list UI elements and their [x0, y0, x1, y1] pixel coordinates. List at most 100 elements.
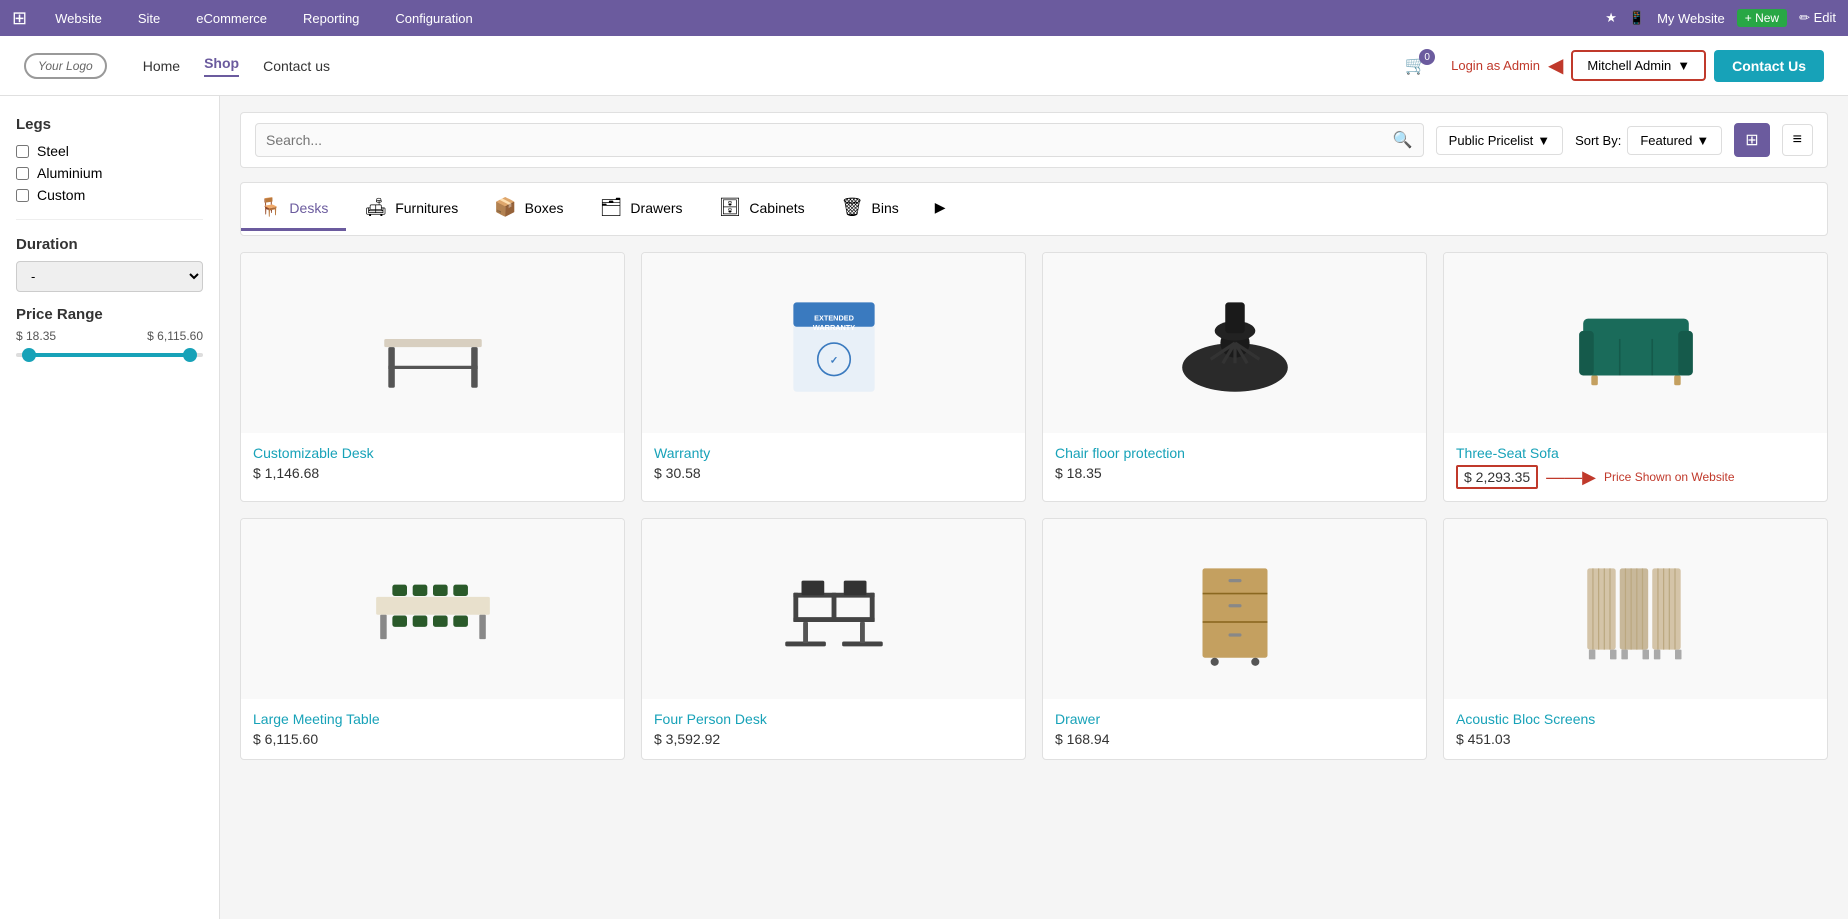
- category-tab-cabinets[interactable]: 🗄 Cabinets: [701, 187, 823, 231]
- website-nav: Your Logo Home Shop Contact us 🛒 0 Login…: [0, 36, 1848, 96]
- app-grid-icon[interactable]: ⊞: [12, 8, 27, 29]
- product-card-four-person-desk[interactable]: Four Person Desk $ 3,592.92: [641, 518, 1026, 760]
- product-image-customizable-desk: [241, 253, 624, 433]
- product-image-chair-floor-protection: [1043, 253, 1426, 433]
- legs-title: Legs: [16, 116, 203, 133]
- customizable-desk-image: [368, 278, 498, 408]
- product-image-warranty: EXTENDED WARRANTY ✓: [642, 253, 1025, 433]
- product-price-four-person-desk: $ 3,592.92: [654, 731, 1013, 747]
- price-range-values: $ 18.35 $ 6,115.60: [16, 329, 203, 343]
- mitchell-admin-label: Mitchell Admin: [1587, 58, 1671, 73]
- price-min: $ 18.35: [16, 329, 56, 343]
- range-slider-fill: [25, 353, 193, 357]
- cart-icon[interactable]: 🛒 0: [1405, 55, 1427, 76]
- range-thumb-left[interactable]: [22, 348, 36, 362]
- pricelist-dropdown-icon: ▼: [1537, 133, 1550, 148]
- product-price-warranty: $ 30.58: [654, 465, 1013, 481]
- more-icon: ▶: [935, 199, 946, 216]
- product-name-three-seat-sofa[interactable]: Three-Seat Sofa: [1456, 445, 1815, 461]
- product-info-acoustic-bloc-screens: Acoustic Bloc Screens $ 451.03: [1444, 699, 1827, 759]
- category-tab-boxes[interactable]: 📦 Boxes: [476, 187, 581, 231]
- legs-steel-checkbox[interactable]: [16, 145, 29, 158]
- admin-bar: ⊞ Website Site eCommerce Reporting Confi…: [0, 0, 1848, 36]
- admin-nav-website[interactable]: Website: [47, 7, 110, 30]
- legs-aluminium-option[interactable]: Aluminium: [16, 165, 203, 181]
- category-drawers-label: Drawers: [630, 200, 682, 216]
- product-name-four-person-desk[interactable]: Four Person Desk: [654, 711, 1013, 727]
- product-price-three-seat-sofa: $ 2,293.35: [1456, 465, 1538, 489]
- category-furnitures-label: Furnitures: [395, 200, 458, 216]
- cart-badge: 0: [1419, 49, 1435, 65]
- product-name-warranty[interactable]: Warranty: [654, 445, 1013, 461]
- product-name-drawer[interactable]: Drawer: [1055, 711, 1414, 727]
- nav-shop[interactable]: Shop: [204, 55, 239, 77]
- product-name-large-meeting-table[interactable]: Large Meeting Table: [253, 711, 612, 727]
- pricelist-button[interactable]: Public Pricelist ▼: [1436, 126, 1563, 155]
- product-info-drawer: Drawer $ 168.94: [1043, 699, 1426, 759]
- my-website-link[interactable]: My Website: [1657, 11, 1725, 26]
- product-name-acoustic-bloc-screens[interactable]: Acoustic Bloc Screens: [1456, 711, 1815, 727]
- product-info-warranty: Warranty $ 30.58: [642, 433, 1025, 493]
- product-card-acoustic-bloc-screens[interactable]: Acoustic Bloc Screens $ 451.03: [1443, 518, 1828, 760]
- product-info-chair-floor: Chair floor protection $ 18.35: [1043, 433, 1426, 493]
- legs-custom-checkbox[interactable]: [16, 189, 29, 202]
- contact-us-button[interactable]: Contact Us: [1714, 50, 1824, 82]
- admin-nav-configuration[interactable]: Configuration: [387, 7, 480, 30]
- list-view-button[interactable]: ≡: [1782, 124, 1813, 156]
- product-name-chair-floor[interactable]: Chair floor protection: [1055, 445, 1414, 461]
- product-card-drawer[interactable]: Drawer $ 168.94: [1042, 518, 1427, 760]
- product-card-warranty[interactable]: EXTENDED WARRANTY ✓ Warranty $ 30.58: [641, 252, 1026, 502]
- mitchell-admin-button[interactable]: Mitchell Admin ▼: [1571, 50, 1706, 81]
- category-tab-furnitures[interactable]: 🛋 Furnitures: [346, 187, 476, 231]
- nav-home[interactable]: Home: [143, 58, 180, 74]
- product-card-three-seat-sofa[interactable]: Three-Seat Sofa $ 2,293.35 ——▶ Price Sho…: [1443, 252, 1828, 502]
- logo-area[interactable]: Your Logo: [24, 53, 107, 79]
- legs-custom-label: Custom: [37, 187, 85, 203]
- main-layout: Legs Steel Aluminium Custom Duration - P…: [0, 96, 1848, 919]
- price-max: $ 6,115.60: [147, 329, 203, 343]
- category-tab-desks[interactable]: 🪑 Desks: [241, 187, 346, 231]
- admin-nav-reporting[interactable]: Reporting: [295, 7, 367, 30]
- category-tab-bins[interactable]: 🗑 Bins: [823, 187, 917, 231]
- svg-text:WARRANTY: WARRANTY: [812, 323, 854, 332]
- price-annotation-text: Price Shown on Website: [1604, 470, 1735, 484]
- grid-view-button[interactable]: ⊞: [1734, 123, 1769, 157]
- nav-contact-us[interactable]: Contact us: [263, 58, 330, 74]
- star-icon[interactable]: ★: [1605, 10, 1617, 26]
- product-card-chair-floor-protection[interactable]: Chair floor protection $ 18.35: [1042, 252, 1427, 502]
- login-admin-arrow: ◀: [1548, 53, 1563, 78]
- duration-select[interactable]: -: [16, 261, 203, 292]
- product-price-acoustic-bloc-screens: $ 451.03: [1456, 731, 1815, 747]
- cabinets-cat-icon: 🗄: [719, 197, 742, 218]
- range-thumb-right[interactable]: [183, 348, 197, 362]
- four-person-desk-image: [769, 544, 899, 674]
- search-box: 🔍: [255, 123, 1424, 157]
- search-input[interactable]: [266, 132, 1393, 148]
- category-tab-drawers[interactable]: 🗂 Drawers: [582, 187, 701, 231]
- bins-cat-icon: 🗑: [841, 197, 864, 218]
- sofa-image: [1571, 278, 1701, 408]
- category-tabs: 🪑 Desks 🛋 Furnitures 📦 Boxes 🗂 Drawers 🗄…: [240, 182, 1828, 236]
- admin-nav-site[interactable]: Site: [130, 7, 168, 30]
- product-image-three-seat-sofa: [1444, 253, 1827, 433]
- sort-by-button[interactable]: Featured ▼: [1627, 126, 1722, 155]
- content-area: 🔍 Public Pricelist ▼ Sort By: Featured ▼…: [220, 96, 1848, 919]
- product-info-four-person-desk: Four Person Desk $ 3,592.92: [642, 699, 1025, 759]
- product-card-large-meeting-table[interactable]: Large Meeting Table $ 6,115.60: [240, 518, 625, 760]
- legs-custom-option[interactable]: Custom: [16, 187, 203, 203]
- search-icon[interactable]: 🔍: [1393, 130, 1413, 150]
- admin-nav-ecommerce[interactable]: eCommerce: [188, 7, 275, 30]
- legs-steel-option[interactable]: Steel: [16, 143, 203, 159]
- mobile-icon[interactable]: 📱: [1629, 10, 1645, 26]
- legs-aluminium-checkbox[interactable]: [16, 167, 29, 180]
- edit-button[interactable]: ✏ Edit: [1799, 10, 1836, 26]
- new-badge[interactable]: + New: [1737, 9, 1787, 27]
- product-card-customizable-desk[interactable]: Customizable Desk $ 1,146.68: [240, 252, 625, 502]
- product-price-chair-floor: $ 18.35: [1055, 465, 1414, 481]
- product-price-drawer: $ 168.94: [1055, 731, 1414, 747]
- legs-aluminium-label: Aluminium: [37, 165, 102, 181]
- category-desks-label: Desks: [289, 200, 328, 216]
- product-name-customizable-desk[interactable]: Customizable Desk: [253, 445, 612, 461]
- category-tab-more[interactable]: ▶: [917, 189, 964, 229]
- product-info-three-seat-sofa: Three-Seat Sofa $ 2,293.35 ——▶ Price Sho…: [1444, 433, 1827, 501]
